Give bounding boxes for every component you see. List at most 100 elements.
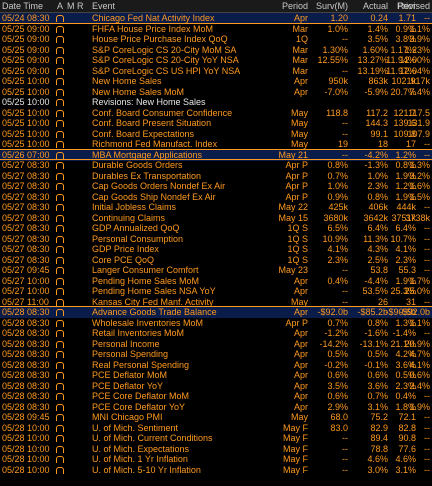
table-row[interactable]: 05/28 08:30 Retail Inventories MoM Apr -1.2… [0,328,432,339]
period-cell: May [290,118,308,128]
table-row[interactable]: 05/25 09:00 S&P CoreLogic CS 20-City YoY … [0,55,432,66]
table-row[interactable]: 05/25 10:00 New Home Sales MoM Apr -7.0% -5.… [0,87,432,98]
revised-cell: 117.5 [408,107,430,118]
date-time-cell: 05/25 10:00 [2,107,50,118]
table-row[interactable]: 05/27 08:30 GDP Price Index 1Q S 4.1% 4.3% 4.… [0,244,432,255]
table-row[interactable]: 05/28 09:45 MNI Chicago PMI May 68.0 75.2 72.… [0,412,432,423]
header-r[interactable]: R [77,1,84,11]
table-row[interactable]: 05/25 09:00 S&P CoreLogic CS US HPI YoY N… [0,66,432,77]
table-row[interactable]: 05/28 08:30 PCE Core Deflator YoY Apr 2.9% 3… [0,402,432,413]
table-row[interactable]: 05/27 10:00 Pending Home Sales NSA YoY Apr… [0,286,432,297]
table-row[interactable]: 05/28 10:00 U. of Mich. Expectations May F… [0,444,432,455]
table-row[interactable]: 05/28 10:00 U. of Mich. 5-10 Yr Inflation… [0,465,432,476]
event-name-cell: Pending Home Sales NSA YoY [92,286,216,296]
table-row[interactable]: 05/27 08:30 Durables Ex Transportation Apr… [0,171,432,182]
table-row[interactable]: 05/27 08:30 Cap Goods Ship Nondef Ex Air A… [0,192,432,203]
survey-cell: 6.5% [327,223,348,233]
event-name-cell: Langer Consumer Comfort [92,265,199,275]
survey-cell: 3680k [323,212,348,223]
survey-cell: -- [342,118,348,128]
table-row[interactable]: 05/27 08:30 Cap Goods Orders Nondef Ex Ai… [0,181,432,192]
date-time-cell: 05/28 08:30 [2,359,50,370]
survey-cell: -- [342,65,348,76]
survey-cell: 1.0% [327,181,348,191]
survey-cell: -- [342,286,348,296]
survey-cell: 12.55% [317,55,348,65]
revised-cell: -- [424,443,430,454]
survey-cell: -- [342,454,348,464]
table-row[interactable]: 05/27 08:30 Durable Goods Orders Apr P 0.8%… [0,160,432,171]
date-time-cell: 05/28 08:30 [2,338,50,349]
period-cell: May [290,128,308,139]
table-row[interactable]: 05/28 08:30 PCE Core Deflator MoM Apr 0.6% 0… [0,391,432,402]
table-row[interactable]: 05/27 09:45 Langer Consumer Comfort May 23… [0,265,432,276]
table-row[interactable]: 05/25 09:00 House Price Purchase Index Qo… [0,34,432,45]
period-cell: Mar [292,44,309,55]
event-name-cell: U. of Mich. 5-10 Yr Inflation [92,464,201,475]
date-time-cell: 05/28 08:30 [2,328,50,338]
header-m[interactable]: M [67,1,75,11]
date-time-cell: 05/27 08:30 [2,254,50,265]
table-row[interactable]: 05/25 10:00 Revisions: New Home Sales [0,97,432,108]
header-revised[interactable]: Revised [394,1,430,11]
table-row[interactable]: 05/25 10:00 Conf. Board Present Situation… [0,118,432,129]
table-row[interactable]: 05/25 10:00 New Home Sales Apr 950k 863k 1021… [0,76,432,87]
revised-cell: 3.9% [409,34,430,44]
survey-cell: 0.9% [327,191,348,202]
alert-bell-icon[interactable] [56,465,64,477]
table-row[interactable]: 05/28 08:30 Real Personal Spending Apr -0.2… [0,360,432,371]
table-row[interactable]: 05/27 08:30 Core PCE QoQ 1Q S 2.3% 2.5% 2.3% -… [0,255,432,266]
survey-cell: -14.2% [319,338,348,349]
date-time-cell: 05/27 08:30 [2,202,50,212]
survey-cell: -- [342,128,348,139]
table-row[interactable]: 05/27 08:30 Continuing Claims May 15 3680k 3… [0,213,432,224]
survey-cell: -- [342,464,348,475]
table-row[interactable]: 05/28 08:30 Advance Goods Trade Balance Ap… [0,307,432,318]
date-time-cell: 05/28 08:30 [2,391,50,401]
table-row[interactable]: 05/25 10:00 Conf. Board Consumer Confiden… [0,108,432,119]
event-name-cell: Initial Jobless Claims [92,202,177,212]
event-name-cell: Real Personal Spending [92,359,190,370]
event-name-cell: Personal Consumption [92,233,184,244]
table-row[interactable]: 05/27 10:00 Pending Home Sales MoM Apr 0.4%… [0,276,432,287]
period-cell: Apr [293,380,308,391]
table-row[interactable]: 05/28 10:00 U. of Mich. 1 Yr Inflation May… [0,454,432,465]
table-row[interactable]: 05/28 08:30 Personal Spending Apr 0.5% 0.5% 4… [0,349,432,360]
table-row[interactable]: 05/28 08:30 PCE Deflator YoY Apr 3.5% 3.6% 2.… [0,381,432,392]
period-cell: May F [282,454,308,464]
revised-cell: 3738k [405,212,430,223]
date-time-cell: 05/27 08:30 [2,181,50,191]
survey-cell: 118.8 [326,107,348,118]
survey-cell: -0.2% [324,359,348,370]
table-row[interactable]: 05/25 09:00 S&P CoreLogic CS 20-City MoM … [0,45,432,56]
table-row[interactable]: 05/28 10:00 U. of Mich. Sentiment May F 83.… [0,423,432,434]
revised-cell: -- [424,433,430,443]
period-cell: Apr [293,391,308,401]
period-cell: Apr P [285,191,308,202]
survey-cell: 3.5% [327,380,348,391]
survey-cell: 2.9% [327,401,348,412]
date-time-cell: 05/27 08:30 [2,191,50,202]
table-row[interactable]: 05/27 08:30 Initial Jobless Claims May 22 4… [0,202,432,213]
event-name-cell: U. of Mich. 1 Yr Inflation [92,454,188,464]
header-alert[interactable]: A [57,1,63,11]
revised-cell: -$92.0b [399,307,430,317]
table-row[interactable]: 05/28 10:00 U. of Mich. Current Condition… [0,433,432,444]
header-period[interactable]: Period [262,1,308,11]
revised-cell: 131.9 [407,118,430,128]
header-event[interactable]: Event [92,1,115,11]
date-time-cell: 05/27 08:30 [2,223,50,233]
header-date-time[interactable]: Date Time [2,1,43,11]
table-row[interactable]: 05/25 10:00 Conf. Board Expectations May --… [0,129,432,140]
table-row[interactable]: 05/28 08:30 Wholesale Inventories MoM Apr … [0,318,432,329]
header-survey[interactable]: Surv(M) [306,1,348,11]
period-cell: Apr [293,401,308,412]
table-row[interactable]: 05/28 08:30 PCE Deflator MoM Apr 0.6% 0.6% 0.… [0,370,432,381]
revised-cell: 12.04% [399,65,430,76]
table-row[interactable]: 05/27 08:30 Personal Consumption 1Q S 10.9%… [0,234,432,245]
table-row[interactable]: 05/28 08:30 Personal Income Apr -14.2% -13.1… [0,339,432,350]
revised-cell: -- [424,391,430,401]
table-row[interactable]: 05/25 09:00 FHFA House Price Index MoM Mar… [0,24,432,35]
date-time-cell: 05/27 10:00 [2,275,50,286]
table-row[interactable]: 05/27 08:30 GDP Annualized QoQ 1Q S 6.5% 6.4… [0,223,432,234]
